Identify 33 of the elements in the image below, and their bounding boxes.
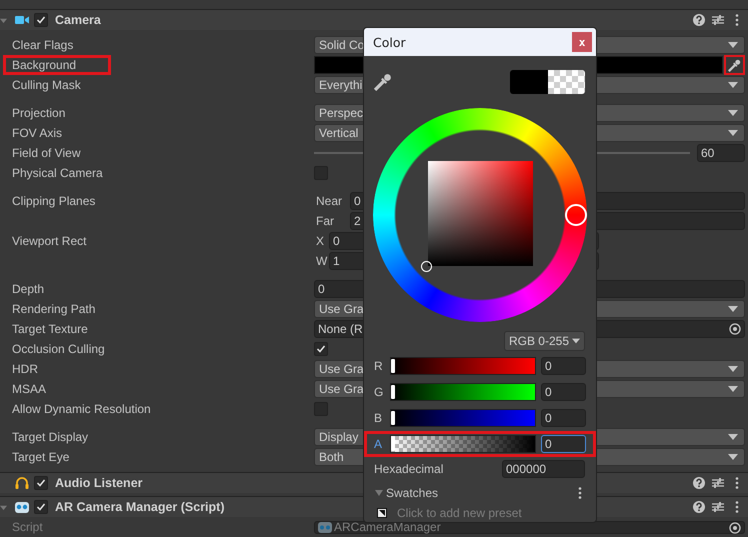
field-label: HDR	[11, 362, 39, 376]
component-title: Audio Listener	[55, 476, 143, 490]
field-label: MSAA	[11, 382, 48, 396]
section-title: Swatches	[386, 486, 438, 500]
field-label: Rendering Path	[11, 302, 96, 316]
channel-label: R	[374, 359, 384, 373]
field-label: Occlusion Culling	[11, 342, 106, 356]
field-label: Far	[315, 214, 335, 228]
field-label: Physical Camera	[11, 166, 104, 180]
field-label: Target Texture	[11, 322, 89, 336]
channel-label: A	[374, 437, 384, 451]
field-label: Target Display	[11, 430, 90, 444]
field-label: Background	[3, 55, 112, 75]
field-label: Depth	[11, 282, 46, 296]
field-label: Viewport Rect	[11, 234, 88, 248]
field-label: Allow Dynamic Resolution	[11, 402, 152, 416]
field-label: Hexadecimal	[374, 462, 444, 476]
field-label: Target Eye	[11, 450, 70, 464]
window-title: Color	[373, 34, 406, 50]
field-label: Near	[315, 194, 344, 208]
component-title: Camera	[55, 13, 101, 27]
field-label: Script	[11, 521, 44, 534]
field-label: X	[315, 234, 326, 248]
field-label: Clear Flags	[11, 38, 74, 52]
channel-label: B	[374, 411, 384, 425]
component-title: AR Camera Manager (Script)	[55, 500, 224, 514]
field-label: W	[315, 254, 328, 268]
channel-label: G	[374, 385, 384, 399]
field-label: FOV Axis	[11, 126, 64, 140]
field-label: Culling Mask	[11, 78, 82, 92]
field-label: Field of View	[11, 146, 82, 160]
field-label: Projection	[11, 106, 66, 120]
field-label: Clipping Planes	[11, 194, 96, 208]
